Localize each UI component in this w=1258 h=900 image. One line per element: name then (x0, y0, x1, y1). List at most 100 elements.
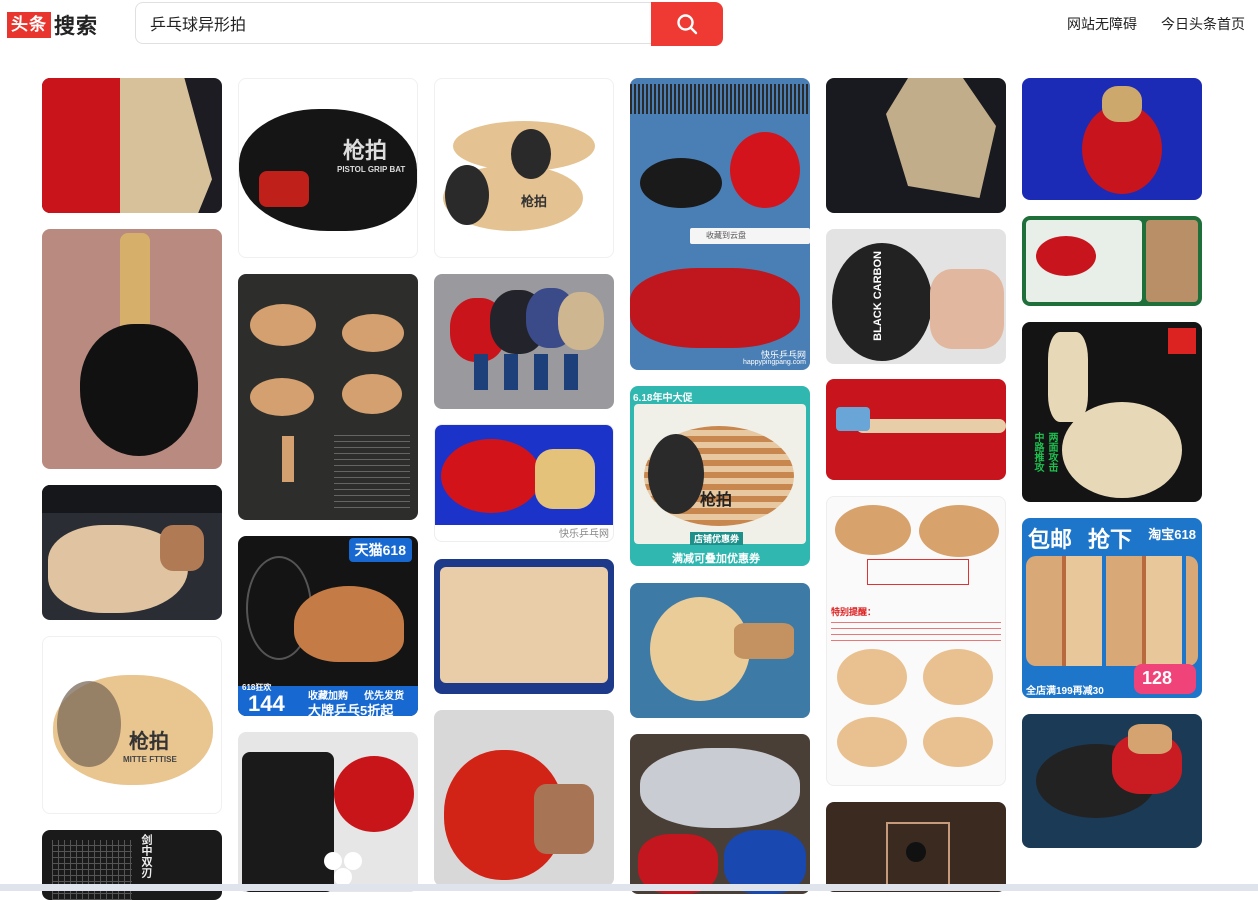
blade-diagram (923, 649, 993, 705)
search-icon (677, 14, 698, 35)
blade-brand: MITTE FTTISE (123, 755, 177, 764)
blade-diagram (837, 649, 907, 705)
image-result[interactable] (826, 802, 1006, 892)
blade-fan (294, 586, 404, 662)
black-paddle (640, 158, 722, 208)
blade-diagram (282, 436, 294, 482)
red-paddle (441, 439, 541, 513)
paddle-edge (856, 419, 1006, 433)
price: 144 (248, 691, 285, 716)
spec-text (334, 434, 410, 508)
red-paddle (630, 268, 800, 348)
image-result[interactable] (1022, 216, 1202, 306)
hand (930, 269, 1004, 349)
image-result[interactable] (826, 78, 1006, 213)
blade-diagram (923, 717, 993, 767)
image-result[interactable] (1022, 714, 1202, 848)
cork-grip (886, 78, 996, 198)
red-paddle (1036, 236, 1096, 276)
play-style: 中路推攻 (1032, 432, 1043, 472)
tape (836, 407, 870, 431)
shop-coupon: 店铺优惠券 (690, 532, 744, 545)
image-result[interactable]: 中路推攻 两面攻击 (1022, 322, 1202, 502)
pistol-grip-label: 枪拍 (129, 731, 169, 753)
image-result[interactable] (434, 274, 614, 409)
pistol-grip-en: PISTOL GRIP BAT (337, 165, 406, 174)
image-result[interactable] (238, 732, 418, 892)
coupon-stack: 满减可叠加优惠券 (672, 553, 760, 565)
grip (1102, 86, 1142, 122)
save-to-cloud[interactable]: 收藏到云盘 (706, 230, 746, 241)
image-result[interactable] (42, 78, 222, 213)
image-result[interactable] (42, 485, 222, 620)
grip (1128, 724, 1172, 754)
image-result[interactable]: BLACK CARBON (826, 229, 1006, 364)
image-result[interactable]: 快乐乒乓网 (434, 424, 614, 542)
taobao-badge: 淘宝618 (1148, 527, 1196, 542)
image-result[interactable] (630, 583, 810, 718)
red-paddle (334, 756, 414, 832)
red-rubber (42, 78, 132, 213)
grip (160, 525, 204, 571)
blade-diagram (919, 505, 999, 557)
watermark-url: happypingpang.com (742, 359, 806, 366)
logo-mark: 头条 (7, 12, 51, 38)
keyboard (42, 485, 222, 513)
notice-box (867, 559, 969, 585)
sale-badge: 6.18年中大促 (633, 393, 693, 404)
pistol-grip-label: 枪拍 (343, 138, 388, 163)
face-print (511, 129, 551, 179)
search-box (135, 2, 723, 46)
image-result[interactable] (630, 734, 810, 894)
logo-text: 搜索 (54, 15, 98, 38)
wood-grip (534, 784, 594, 854)
image-result[interactable] (42, 229, 222, 469)
sword-label: 剑中双刃 (140, 834, 152, 878)
image-result[interactable]: 特别提醒： (826, 496, 1006, 786)
image-result[interactable] (238, 274, 418, 520)
balls (324, 852, 342, 870)
play-style: 两面攻击 (1046, 432, 1057, 472)
image-result[interactable]: 枪拍 (434, 78, 614, 258)
handles (474, 354, 584, 390)
image-result[interactable]: 枪拍 PISTOL GRIP BAT (238, 78, 418, 258)
toutiao-home-link[interactable]: 今日头条首页 (1161, 14, 1245, 34)
silver-case (640, 748, 800, 828)
blade-diagram (342, 374, 402, 414)
tmall-badge: 天猫618 (348, 538, 412, 562)
blade-brand: BLACK CARBON (872, 251, 884, 341)
racket-case (242, 752, 334, 892)
grip (1048, 332, 1088, 422)
top-bar: 头条 搜索 网站无障碍 今日头条首页 (0, 0, 1258, 56)
image-result[interactable] (434, 710, 614, 886)
red-paddle (730, 132, 800, 208)
red-trim (259, 171, 309, 207)
panel (1146, 220, 1198, 302)
image-result[interactable]: 天猫618 618狂欢 144 收藏加购 优先发货 大牌乒乓5折起 (238, 536, 418, 716)
image-result[interactable]: 包邮 抢下 淘宝618 全店满199再减30 128 (1022, 518, 1202, 698)
image-result[interactable]: 收藏到云盘 快乐乒乓网 happypingpang.com (630, 78, 810, 370)
price: 128 (1142, 668, 1173, 688)
face-print (57, 681, 121, 767)
free-shipping: 包邮 (1028, 527, 1073, 552)
logo[interactable]: 头条 搜索 (7, 10, 98, 40)
blade-diagram (837, 717, 907, 767)
blade-diagram (835, 505, 911, 555)
accessibility-link[interactable]: 网站无障碍 (1067, 14, 1137, 34)
blade-row (1026, 556, 1198, 666)
blade-diagram (342, 314, 404, 352)
racket-strings (52, 840, 132, 900)
top-links: 网站无障碍 今日头条首页 (1067, 14, 1245, 34)
image-result[interactable]: 6.18年中大促 枪拍 店铺优惠券 满减可叠加优惠券 (630, 386, 810, 566)
image-result[interactable] (1022, 78, 1202, 200)
image-result[interactable]: 枪拍 MITTE FTTISE (42, 636, 222, 814)
search-button[interactable] (651, 2, 723, 46)
wood-case (440, 567, 608, 683)
table-net (630, 84, 810, 114)
blade-diagram (250, 378, 314, 416)
image-result[interactable] (826, 379, 1006, 480)
image-result[interactable] (434, 559, 614, 694)
search-input[interactable] (135, 2, 651, 44)
pistol-grip-label: 枪拍 (700, 492, 733, 509)
pistol-grip-label: 枪拍 (521, 194, 548, 209)
